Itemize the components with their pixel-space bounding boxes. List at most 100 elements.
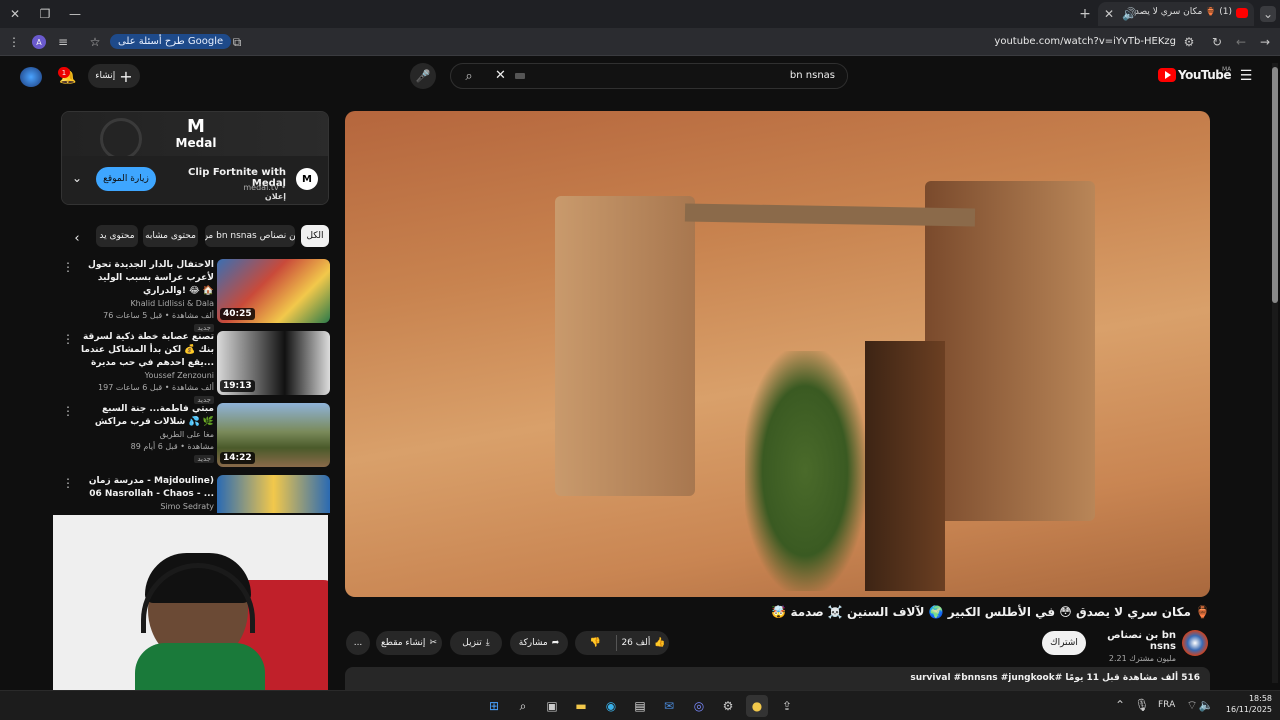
video-thumbnail[interactable]: 19:13 [217, 331, 330, 395]
rec-title: مدرسة زمان - Majdouline) 06 Nasrollah - … [88, 476, 214, 499]
chrome-icon[interactable]: ● [746, 695, 768, 717]
clock[interactable]: 18:58 16/11/2025 [1222, 694, 1272, 714]
video-player[interactable] [345, 111, 1210, 597]
chip-related-cut[interactable]: محتوى يد [96, 225, 138, 247]
list-item[interactable]: ⋮ تصنع عصابة خطة ذكية لسرقة بنك 💰 لكن بد… [60, 331, 330, 404]
chevron-down-icon[interactable]: ⌄ [72, 172, 82, 184]
microphone-tray-icon[interactable]: 🎙 [1134, 699, 1149, 711]
date: 16/11/2025 [1225, 705, 1272, 714]
search-icon[interactable]: ⌕ [459, 69, 479, 83]
store-icon[interactable]: ▤ [629, 695, 651, 717]
scrollbar-thumb[interactable] [1272, 67, 1278, 303]
like-dislike-group: 👎 26 ألف 👍 [575, 631, 669, 655]
voice-search-mic-icon[interactable]: 🎤 [410, 63, 436, 89]
more-dots-icon: ... [353, 638, 363, 648]
create-button[interactable]: إنشاء + [88, 64, 140, 88]
video-title: 🏺 مكان سري لا يصدق 😳 في الأطلس الكبير 🌍 … [771, 605, 1210, 619]
reading-mode-icon[interactable]: ≡ [56, 35, 70, 49]
subscribe-button[interactable]: اشتراك [1042, 631, 1086, 655]
steam-icon[interactable]: ⚙ [717, 695, 739, 717]
tab-close-icon[interactable]: ✕ [1104, 8, 1114, 20]
list-item[interactable]: ⋮ مبتي فاطمة... جنة السبع شلالات قرب مرا… [60, 403, 330, 469]
google-lens-pill[interactable]: طرح أسئلة على Google [110, 34, 232, 49]
guide-menu-icon[interactable]: ☰ [1238, 68, 1254, 84]
channel-avatar-icon[interactable] [1182, 630, 1208, 656]
duration-badge: 19:13 [220, 380, 255, 392]
more-actions-button[interactable]: ... [346, 631, 370, 655]
recommendations-list: ⋮ الاحتفال بالدار الجديدة تحول لأعرب عرا… [60, 259, 330, 513]
more-options-icon[interactable]: ⋮ [62, 261, 74, 273]
wifi-icon[interactable]: ⌔ [1186, 699, 1198, 711]
rec-meta: 89 مشاهدة • قبل 6 أيام [130, 442, 214, 451]
minimize-window-icon[interactable]: — [68, 7, 82, 21]
profile-avatar[interactable]: A [32, 35, 46, 49]
windows-taskbar: ⊞ ⌕ ▣ ▬ ◉ ▤ ✉ ◎ ⚙ ● ⇪ ⌃ 🎙 FRA ⌔ 🔈 18:58 … [0, 690, 1280, 720]
ad-domain: medal.tv • إعلان [243, 183, 286, 201]
back-arrow-icon[interactable]: → [1258, 35, 1272, 49]
chip-similar[interactable]: محتوى مشابه [143, 225, 198, 247]
tray-chevron-icon[interactable]: ⌃ [1114, 699, 1126, 711]
tab-search-icon[interactable]: ⌄ [1260, 6, 1276, 22]
menu-dots-icon[interactable]: ⋮ [6, 35, 22, 49]
tab-audio-icon[interactable]: 🔊 [1122, 8, 1137, 20]
clip-button[interactable]: إنشاء مقطع ✂ [376, 631, 442, 655]
file-explorer-icon[interactable]: ▬ [570, 695, 592, 717]
green-bush [745, 351, 865, 591]
url-text[interactable]: youtube.com/watch?v=iYvTb-HEKzg [900, 36, 1176, 47]
search-input[interactable]: ✕ bn nsnas [491, 64, 847, 88]
active-tab[interactable]: ✕ 🔊 (1) 🏺 مكان سري لا يصدق 😳 [1098, 2, 1254, 26]
youtube-logo-icon[interactable] [1158, 68, 1176, 82]
medal-watermark-icon [100, 118, 142, 160]
video-thumbnail[interactable]: 14:22 [217, 403, 330, 467]
bookmark-star-icon[interactable]: ☆ [88, 35, 102, 49]
dislike-icon[interactable]: 👎 [578, 638, 612, 648]
stone-wall-right [925, 181, 1095, 521]
share-button[interactable]: مشاركة ➦ [510, 631, 568, 655]
share-icon: ➦ [551, 638, 560, 648]
like-count[interactable]: 26 ألف [621, 638, 650, 648]
edge-browser-icon[interactable]: ◉ [600, 695, 622, 717]
list-item[interactable]: ⋮ الاحتفال بالدار الجديدة تحول لأعرب عرا… [60, 259, 330, 332]
chip-from-channel[interactable]: من bn nsnas بن نصناص [205, 225, 295, 247]
app-icon[interactable]: ⇪ [776, 695, 798, 717]
close-window-icon[interactable]: ✕ [8, 7, 22, 21]
task-view-icon[interactable]: ▣ [541, 695, 563, 717]
channel-avatar[interactable] [20, 67, 42, 87]
keyboard-icon[interactable] [515, 73, 525, 79]
forward-arrow-icon[interactable]: ← [1234, 35, 1248, 49]
video-thumbnail[interactable]: 40:25 [217, 259, 330, 323]
rec-meta: 197 ألف مشاهدة • قبل 6 ساعات [98, 383, 214, 392]
rec-meta: 76 ألف مشاهدة • قبل 5 ساعات [103, 311, 214, 320]
install-app-icon[interactable]: ⧉ [230, 35, 244, 49]
address-bar: ⋮ A ≡ ☆ طرح أسئلة على Google ⧉ youtube.c… [0, 28, 1280, 56]
chips-left-arrow-icon[interactable]: ‹ [70, 231, 84, 245]
mail-icon[interactable]: ✉ [658, 695, 680, 717]
channel-name[interactable]: بن نصناص bn nsns [1092, 630, 1176, 652]
chip-all[interactable]: الكل [301, 225, 329, 247]
page-scrollbar[interactable] [1272, 63, 1278, 683]
search-query: bn nsnas [789, 70, 835, 81]
windows-start-icon[interactable]: ⊞ [483, 695, 505, 717]
new-tab-icon[interactable]: + [1078, 6, 1092, 22]
volume-icon[interactable]: 🔈 [1199, 699, 1214, 711]
restore-window-icon[interactable]: ❐ [38, 7, 52, 21]
ad-card[interactable]: M Medal ⌄ زيارة الموقع Clip Fortnite wit… [61, 111, 329, 205]
language-indicator[interactable]: FRA [1158, 700, 1175, 710]
clear-search-icon[interactable]: ✕ [495, 69, 506, 82]
rec-text: تصنع عصابة خطة ذكية لسرقة بنك 💰 لكن بدأ … [74, 331, 214, 406]
site-settings-icon[interactable]: ⚙ [1182, 35, 1196, 49]
discord-icon[interactable]: ◎ [688, 695, 710, 717]
description-box[interactable]: 516 ألف مشاهدة قبل 11 يومًا #survival #b… [345, 667, 1210, 690]
more-options-icon[interactable]: ⋮ [62, 333, 74, 345]
list-item[interactable]: ⋮ مدرسة زمان - Majdouline) 06 Nasrollah … [60, 475, 330, 513]
more-options-icon[interactable]: ⋮ [62, 405, 74, 417]
more-options-icon[interactable]: ⋮ [62, 477, 74, 489]
video-thumbnail[interactable] [217, 475, 330, 513]
visit-site-button[interactable]: زيارة الموقع [96, 167, 156, 191]
like-icon[interactable]: 👍 [654, 638, 665, 648]
download-button[interactable]: تنزيل ⤓ [450, 631, 502, 655]
reload-icon[interactable]: ↻ [1210, 35, 1224, 49]
description-text: 516 ألف مشاهدة قبل 11 يومًا #survival #b… [910, 673, 1200, 683]
taskbar-search-icon[interactable]: ⌕ [512, 695, 534, 717]
youtube-page: 🔔 1 إنشاء + 🎤 ⌕ ✕ bn nsnas YouTube MA ☰ … [0, 57, 1280, 690]
